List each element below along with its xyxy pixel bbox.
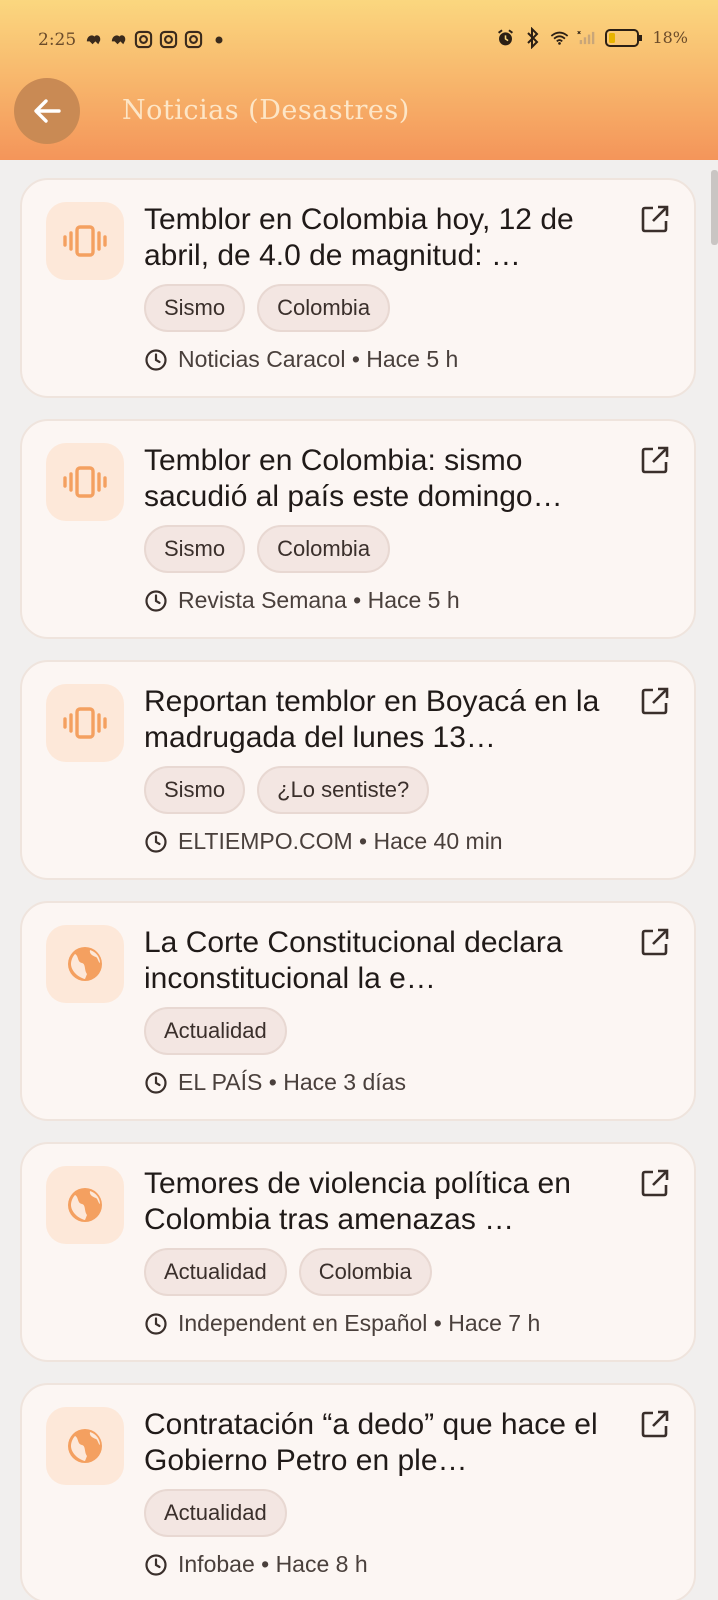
app-icon <box>109 30 128 49</box>
tag-chip[interactable]: Colombia <box>257 284 391 332</box>
vibration-icon <box>63 707 107 739</box>
news-title[interactable]: Temblor en Colombia: sismo sacudió al pa… <box>144 443 624 515</box>
source-meta: Infobae • Hace 8 h <box>144 1551 368 1578</box>
tag-list: Actualidad <box>144 1007 287 1055</box>
category-icon-badge <box>46 443 124 521</box>
arrow-left-icon <box>34 99 61 123</box>
open-external-icon[interactable] <box>640 686 670 716</box>
back-button[interactable] <box>14 78 80 144</box>
news-title[interactable]: Temores de violencia política en Colombi… <box>144 1166 624 1238</box>
category-icon-badge <box>46 925 124 1003</box>
tag-list: Sismo Colombia <box>144 525 391 573</box>
instagram-icon <box>134 30 153 49</box>
category-icon-badge <box>46 202 124 280</box>
news-title[interactable]: Contratación “a dedo” que hace el Gobier… <box>144 1407 624 1479</box>
tag-chip[interactable]: Colombia <box>298 1248 432 1296</box>
news-card[interactable]: Temblor en Colombia hoy, 12 de abril, de… <box>20 178 696 398</box>
dot-icon <box>209 30 228 49</box>
open-external-icon[interactable] <box>640 204 670 234</box>
news-list[interactable]: Temblor en Colombia hoy, 12 de abril, de… <box>0 160 718 1600</box>
news-title[interactable]: Temblor en Colombia hoy, 12 de abril, de… <box>144 202 624 274</box>
bluetooth-icon <box>523 26 542 49</box>
tag-list: Sismo ¿Lo sentiste? <box>144 766 430 814</box>
notification-icons <box>84 30 228 49</box>
source-meta: ELTIEMPO.COM • Hace 40 min <box>144 828 503 855</box>
category-icon-badge <box>46 1166 124 1244</box>
tag-chip[interactable]: ¿Lo sentiste? <box>257 766 430 814</box>
tag-chip[interactable]: Actualidad <box>144 1248 287 1296</box>
clock-icon <box>145 1553 167 1576</box>
clock-icon <box>145 830 167 853</box>
news-card[interactable]: Temores de violencia política en Colombi… <box>20 1142 696 1362</box>
scrollbar[interactable] <box>711 170 718 245</box>
source-meta: Revista Semana • Hace 5 h <box>144 587 460 614</box>
open-external-icon[interactable] <box>640 1409 670 1439</box>
battery-percent: 18% <box>652 28 688 47</box>
source-meta: Noticias Caracol • Hace 5 h <box>144 346 458 373</box>
battery-icon <box>604 28 644 47</box>
tag-list: Actualidad <box>144 1489 287 1537</box>
source-time-text: Infobae • Hace 8 h <box>178 1551 368 1577</box>
system-icons: 18% <box>496 26 688 49</box>
category-icon-badge <box>46 1407 124 1485</box>
vibration-icon <box>63 466 107 498</box>
tag-chip[interactable]: Colombia <box>257 525 391 573</box>
instagram-icon <box>159 30 178 49</box>
open-external-icon[interactable] <box>640 445 670 475</box>
clock-icon <box>145 1071 167 1094</box>
news-title[interactable]: La Corte Constitucional declara inconsti… <box>144 925 624 997</box>
tag-chip[interactable]: Sismo <box>144 525 246 573</box>
news-card[interactable]: Temblor en Colombia: sismo sacudió al pa… <box>20 419 696 639</box>
tag-chip[interactable]: Actualidad <box>144 1007 287 1055</box>
app-header: 2:25 18% Noticias (Desastres) <box>0 0 718 160</box>
source-time-text: Noticias Caracol • Hace 5 h <box>178 346 459 372</box>
news-card[interactable]: Contratación “a dedo” que hace el Gobier… <box>20 1383 696 1600</box>
open-external-icon[interactable] <box>640 927 670 957</box>
tag-list: Sismo Colombia <box>144 284 391 332</box>
news-card[interactable]: Reportan temblor en Boyacá en la madruga… <box>20 660 696 880</box>
source-time-text: Revista Semana • Hace 5 h <box>178 587 460 613</box>
news-title[interactable]: Reportan temblor en Boyacá en la madruga… <box>144 684 624 756</box>
source-meta: Independent en Español • Hace 7 h <box>144 1310 540 1337</box>
app-icon <box>84 30 103 49</box>
open-external-icon[interactable] <box>640 1168 670 1198</box>
clock-icon <box>145 1312 167 1335</box>
news-card[interactable]: La Corte Constitucional declara inconsti… <box>20 901 696 1121</box>
globe-icon <box>68 1429 102 1463</box>
signal-icon <box>577 28 596 47</box>
instagram-icon <box>184 30 203 49</box>
vibration-icon <box>63 225 107 257</box>
tag-chip[interactable]: Sismo <box>144 284 246 332</box>
status-time: 2:25 <box>38 30 77 50</box>
tag-list: Actualidad Colombia <box>144 1248 432 1296</box>
source-time-text: ELTIEMPO.COM • Hace 40 min <box>178 828 503 854</box>
globe-icon <box>68 947 102 981</box>
globe-icon <box>68 1188 102 1222</box>
status-bar: 2:25 18% <box>0 22 718 58</box>
clock-icon <box>145 348 167 371</box>
tag-chip[interactable]: Actualidad <box>144 1489 287 1537</box>
category-icon-badge <box>46 684 124 762</box>
source-time-text: EL PAÍS • Hace 3 días <box>178 1069 406 1095</box>
clock-icon <box>145 589 167 612</box>
page-title: Noticias (Desastres) <box>122 95 410 126</box>
wifi-icon <box>550 28 569 47</box>
tag-chip[interactable]: Sismo <box>144 766 246 814</box>
alarm-icon <box>496 28 515 47</box>
source-time-text: Independent en Español • Hace 7 h <box>178 1310 541 1336</box>
source-meta: EL PAÍS • Hace 3 días <box>144 1069 406 1096</box>
